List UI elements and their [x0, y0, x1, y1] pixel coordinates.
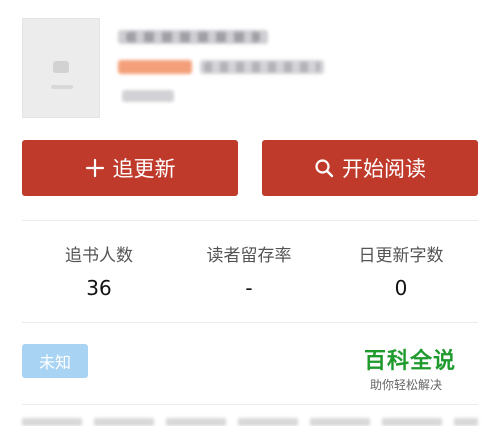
book-author-blurred[interactable]: [122, 90, 174, 102]
stat-label: 追书人数: [65, 246, 133, 266]
stat-daily-words: 日更新字数 0: [326, 246, 476, 300]
search-icon: [315, 159, 334, 178]
book-cover-image[interactable]: [22, 18, 100, 118]
stat-value: -: [245, 276, 253, 300]
watermark-title: 百科全说: [364, 349, 457, 374]
stat-label: 读者留存率: [206, 246, 292, 266]
watermark-subtitle: 助你轻松解决: [370, 378, 443, 392]
cover-placeholder-mark: [51, 85, 73, 89]
plus-icon: [85, 158, 104, 178]
next-section-blurred: [22, 418, 478, 426]
divider: [22, 322, 478, 323]
stat-label: 日更新字数: [358, 246, 444, 266]
divider: [22, 404, 478, 405]
stat-followers: 追书人数 36: [24, 246, 174, 300]
follow-updates-label: 追更新: [112, 157, 176, 181]
stat-value: 36: [86, 276, 112, 300]
book-title-blurred-text: [126, 32, 260, 42]
stat-value: 0: [394, 276, 408, 300]
book-category-blurred[interactable]: [118, 60, 192, 74]
book-meta-blurred-text: [204, 62, 320, 72]
cover-placeholder-icon: [53, 61, 69, 73]
start-reading-label: 开始阅读: [342, 157, 426, 181]
start-reading-button[interactable]: 开始阅读: [262, 140, 478, 196]
divider: [22, 220, 478, 221]
stat-retention: 读者留存率 -: [174, 246, 324, 300]
status-badge[interactable]: 未知: [22, 344, 88, 378]
follow-updates-button[interactable]: 追更新: [22, 140, 238, 196]
